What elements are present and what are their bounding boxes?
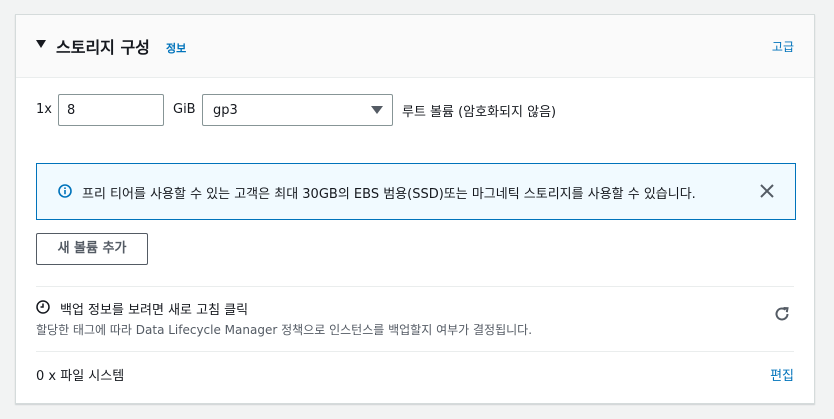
alert-message: 프리 티어를 사용할 수 있는 고객은 최대 30GB의 EBS 범용(SSD)…	[82, 187, 696, 202]
volume-quantity: 1x	[36, 102, 52, 117]
panel-header: 스토리지 구성 정보 고급	[16, 15, 814, 78]
backup-info-row: 백업 정보를 보려면 새로 고침 클릭 할당한 태그에 따라 Data Life…	[36, 299, 794, 339]
file-systems-row: 0 x 파일 시스템 편집	[36, 365, 794, 385]
info-link[interactable]: 정보	[166, 40, 186, 56]
volume-type-select[interactable]: gp3	[202, 94, 393, 126]
caret-down-icon[interactable]	[36, 40, 46, 48]
divider	[36, 351, 794, 352]
close-icon[interactable]	[759, 183, 775, 199]
panel-title[interactable]: 스토리지 구성	[56, 34, 150, 58]
volume-size-input[interactable]	[58, 94, 164, 126]
root-volume-label: 루트 볼륨 (암호화되지 않음)	[402, 105, 557, 120]
advanced-link[interactable]: 고급	[772, 38, 794, 55]
clock-icon	[36, 300, 50, 314]
free-tier-alert: 프리 티어를 사용할 수 있는 고객은 최대 30GB의 EBS 범용(SSD)…	[36, 163, 796, 220]
refresh-icon[interactable]	[773, 305, 791, 323]
storage-config-panel: 스토리지 구성 정보 고급 1x GiB gp3 루트 볼륨 (암호화되지 않음…	[15, 14, 815, 404]
add-volume-button[interactable]: 새 볼륨 추가	[36, 233, 148, 265]
edit-file-systems-link[interactable]: 편집	[770, 365, 794, 384]
volume-unit: GiB	[173, 102, 196, 117]
dropdown-arrow-icon	[371, 106, 383, 114]
volume-type-value: gp3	[213, 103, 238, 118]
info-icon	[58, 184, 72, 198]
file-systems-label: 0 x 파일 시스템	[36, 369, 125, 384]
divider	[36, 286, 794, 287]
backup-description: 할당한 태그에 따라 Data Lifecycle Manager 정책으로 인…	[36, 323, 533, 337]
backup-title: 백업 정보를 보려면 새로 고침 클릭	[60, 303, 249, 318]
